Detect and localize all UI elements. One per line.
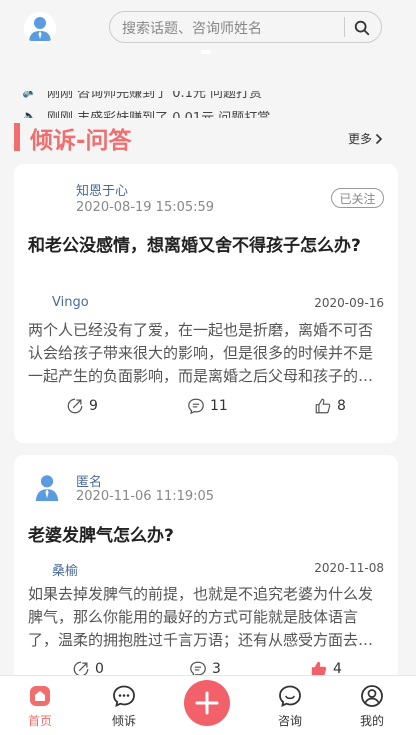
nav-mine-label: 我的: [359, 714, 384, 728]
answer-excerpt[interactable]: 如果去掉发脾气的前提，也就是不追究老婆为什么发脾气，那么你能用的最好的方式可能就…: [28, 583, 384, 652]
nav-home-label: 首页: [27, 714, 52, 728]
home-icon: [30, 686, 50, 706]
question-card[interactable]: 知恩于心 2020-08-19 15:05:59 已关注 和老公没感情，想离婚又…: [14, 164, 398, 443]
question-card[interactable]: 匿名 2020-11-06 11:19:05 老婆发脾气怎么办? 桑榆 2020…: [14, 455, 398, 695]
search-icon[interactable]: [353, 19, 371, 37]
chat-bubble-icon: [113, 685, 135, 708]
question-title[interactable]: 老婆发脾气怎么办?: [28, 522, 384, 550]
author-name[interactable]: 匿名: [76, 471, 102, 490]
answerer-name[interactable]: 桑榆: [52, 560, 78, 579]
user-circle-icon: [361, 685, 383, 707]
nav-home[interactable]: 首页: [10, 684, 70, 729]
search-divider: [344, 17, 345, 37]
create-post-button[interactable]: [184, 680, 230, 726]
user-avatar[interactable]: [24, 12, 56, 44]
post-time: 2020-08-19 15:05:59: [76, 200, 215, 215]
ticker-item: 🔈 刚刚 咨询师完赚到了 0.1元 问题打赏: [22, 84, 263, 101]
nav-talk[interactable]: 倾诉: [94, 684, 154, 729]
speaker-icon: 🔈: [22, 84, 37, 98]
nav-talk-label: 倾诉: [111, 714, 136, 728]
avatar-icon: [24, 12, 56, 44]
app-page: 搜索话题、咨询师姓名 🔈 刚刚 咨询师完赚到了 0.1元 问题打赏 🔈 刚刚 丰…: [0, 0, 416, 735]
section-accent-bar: [14, 123, 20, 151]
answer-excerpt[interactable]: 两个人已经没有了爱，在一起也是折磨，离婚不可否认会给孩子带来很大的影响，但是很多…: [28, 319, 384, 388]
section-title: 倾诉-问答: [30, 128, 132, 154]
chevron-right-icon: [375, 133, 383, 144]
comment-stat[interactable]: 11: [187, 397, 228, 415]
ticker-text: 刚刚 咨询师完赚到了 0.1元 问题打赏: [46, 85, 263, 101]
search-input[interactable]: 搜索话题、咨询师姓名: [122, 18, 262, 38]
comment-icon: [188, 398, 204, 415]
smile-chat-icon: [279, 685, 301, 708]
reward-ticker: 🔈 刚刚 咨询师完赚到了 0.1元 问题打赏 🔈 刚刚 丰盛彩妹赚到了 0.01…: [22, 76, 402, 126]
share-icon: [67, 398, 83, 414]
nav-consult[interactable]: 咨询: [260, 684, 320, 729]
top-header: 搜索话题、咨询师姓名: [0, 0, 416, 58]
nav-mine[interactable]: 我的: [342, 684, 402, 729]
thumbs-up-icon: [315, 398, 331, 414]
answer-date: 2020-09-16: [314, 296, 384, 310]
like-stat[interactable]: 8: [314, 397, 346, 415]
share-count: 9: [89, 398, 98, 414]
search-bar[interactable]: 搜索话题、咨询师姓名: [109, 11, 382, 43]
author-name[interactable]: 知恩于心: [76, 180, 128, 199]
comment-count: 11: [210, 398, 228, 414]
more-link[interactable]: 更多: [348, 130, 383, 147]
more-label: 更多: [348, 132, 373, 146]
nav-consult-label: 咨询: [277, 714, 302, 728]
anonymous-avatar-icon: [35, 475, 59, 501]
question-title[interactable]: 和老公没感情，想离婚又舍不得孩子怎么办?: [28, 232, 384, 260]
share-stat[interactable]: 9: [66, 397, 98, 415]
pull-indicator: [201, 50, 211, 54]
post-time: 2020-11-06 11:19:05: [76, 489, 215, 504]
plus-icon: [195, 691, 219, 715]
followed-badge[interactable]: 已关注: [331, 188, 384, 208]
answerer-name[interactable]: Vingo: [52, 295, 89, 310]
like-count: 8: [337, 398, 346, 414]
answer-date: 2020-11-08: [314, 561, 384, 575]
